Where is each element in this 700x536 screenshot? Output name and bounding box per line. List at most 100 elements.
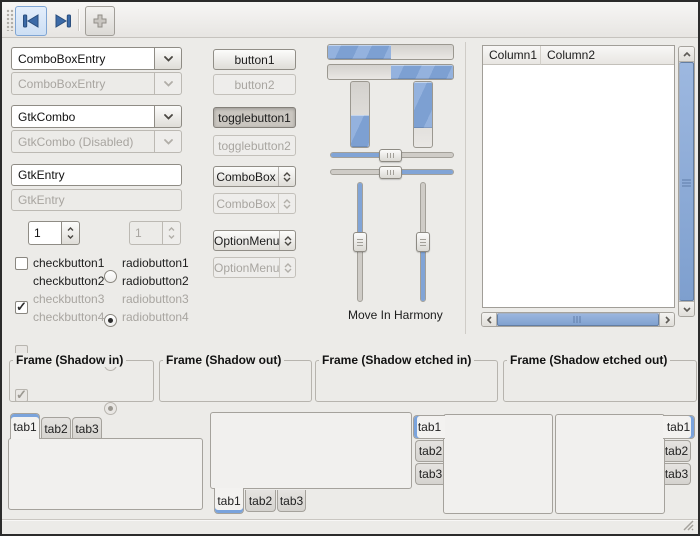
gtk-entry-disabled: GtkEntry (11, 189, 182, 211)
notebook3-content (443, 414, 553, 514)
checkbutton2-label: checkbutton2 (33, 274, 104, 288)
optionmenu-disabled: OptionMenu (213, 257, 296, 278)
chevron-down-icon (164, 139, 173, 145)
frame-label: Frame (Shadow etched out) (507, 353, 670, 367)
treeview-body[interactable] (483, 65, 674, 307)
combo-dropdown-button[interactable] (154, 105, 182, 128)
vscale-handle-1[interactable] (353, 232, 367, 252)
chevron-down-icon (683, 307, 691, 312)
frame-shadow-etched-in: Frame (Shadow etched in) (315, 360, 498, 402)
treeview-header: Column1 Column2 (483, 46, 674, 65)
scroll-left-button[interactable] (482, 313, 497, 326)
scroll-up-button[interactable] (679, 47, 694, 62)
chevron-down-icon (164, 114, 173, 120)
checkbutton1[interactable] (15, 257, 28, 270)
frame-label: Frame (Shadow etched in) (319, 353, 474, 367)
notebook2-tab2[interactable]: tab2 (245, 490, 276, 512)
notebook1-tab2[interactable]: tab2 (41, 417, 71, 439)
button1[interactable]: button1 (213, 49, 296, 70)
vscale-handle-2[interactable] (416, 232, 430, 252)
gtk-entry[interactable]: GtkEntry (11, 164, 182, 186)
notebook3-tab2[interactable]: tab2 (415, 440, 445, 462)
spinbutton-steppers (162, 221, 181, 245)
chevron-up-icon (67, 227, 74, 231)
radiobutton3-label: radiobutton3 (122, 292, 189, 306)
togglebutton1[interactable]: togglebutton1 (213, 107, 296, 128)
combobox-disabled: ComboBox (213, 193, 296, 214)
progressbar-vertical-1 (350, 81, 370, 148)
horizontal-scrollbar[interactable] (481, 312, 675, 327)
checkbutton2[interactable] (15, 301, 28, 314)
chevron-up-icon (168, 227, 175, 231)
optionmenu[interactable]: OptionMenu (213, 230, 296, 251)
vertical-separator (465, 42, 466, 334)
notebook4-tab3[interactable]: tab3 (663, 463, 691, 485)
go-first-button[interactable] (15, 6, 47, 36)
chevron-down-icon (164, 56, 173, 62)
toolbar (2, 2, 698, 38)
scroll-down-button[interactable] (679, 301, 694, 316)
checkbutton3-label: checkbutton3 (33, 292, 104, 306)
checkbutton1-label: checkbutton1 (33, 256, 104, 270)
gtk-combo-value[interactable]: GtkCombo (11, 105, 154, 128)
notebook2-tab3[interactable]: tab3 (277, 490, 306, 512)
notebook1-content (8, 438, 203, 510)
move-in-harmony-label: Move In Harmony (348, 308, 443, 322)
chevron-down-icon (164, 81, 173, 87)
progress-fill (351, 115, 369, 147)
optionmenu-label: OptionMenu (214, 261, 279, 275)
hscale-handle-1[interactable] (379, 149, 402, 162)
gtk-combo[interactable]: GtkCombo (11, 105, 182, 128)
combobox-arrows (278, 194, 295, 213)
combo-dropdown-button[interactable] (154, 47, 182, 70)
horizontal-scrollbar-thumb[interactable] (497, 313, 659, 326)
spinbutton-value[interactable]: 1 (28, 221, 61, 245)
progressbar-horizontal-1 (327, 44, 454, 60)
spinbutton-disabled-value: 1 (129, 221, 162, 245)
frame-label: Frame (Shadow in) (13, 353, 126, 367)
combo-box-entry-value[interactable]: ComboBoxEntry (11, 47, 154, 70)
column-header-2[interactable]: Column2 (541, 46, 674, 65)
spinbutton[interactable]: 1 (28, 221, 80, 245)
go-last-icon (54, 14, 72, 28)
scroll-right-button[interactable] (659, 313, 674, 326)
radiobutton2[interactable] (104, 314, 117, 327)
radiobutton1[interactable] (104, 270, 117, 283)
spinbutton-steppers[interactable] (61, 221, 80, 245)
notebook1-tab1[interactable]: tab1 (10, 413, 40, 439)
combo-box-entry-disabled: ComboBoxEntry (11, 72, 182, 95)
notebook3-tab1[interactable]: tab1 (413, 415, 445, 439)
add-button[interactable] (85, 6, 115, 36)
progress-fill (328, 45, 391, 59)
column-header-1[interactable]: Column1 (483, 46, 541, 65)
notebook4-tab2[interactable]: tab2 (663, 440, 691, 462)
combobox[interactable]: ComboBox (213, 166, 296, 187)
frame-label: Frame (Shadow out) (163, 353, 284, 367)
go-first-icon (22, 14, 40, 28)
vertical-scrollbar[interactable] (678, 46, 695, 317)
combobox-label: ComboBox (214, 197, 278, 211)
vertical-scrollbar-thumb[interactable] (679, 62, 694, 301)
plus-icon (92, 13, 108, 29)
gtk-combo-disabled-value: GtkCombo (Disabled) (11, 130, 154, 153)
notebook2-tab1[interactable]: tab1 (214, 488, 244, 514)
resize-grip-icon[interactable] (682, 519, 694, 531)
treeview: Column1 Column2 (482, 45, 675, 308)
combo-box-entry-disabled-value: ComboBoxEntry (11, 72, 154, 95)
radiobutton4-label: radiobutton4 (122, 310, 189, 324)
toolbar-grip[interactable] (6, 9, 14, 31)
notebook1-tab3[interactable]: tab3 (72, 417, 102, 439)
combobox-arrows (278, 167, 295, 186)
combo-dropdown-button (154, 72, 182, 95)
chevron-up-icon (683, 52, 691, 57)
go-last-button[interactable] (47, 6, 79, 36)
chevron-up-down-icon (283, 172, 291, 182)
combo-box-entry[interactable]: ComboBoxEntry (11, 47, 182, 70)
combobox-label: ComboBox (214, 170, 278, 184)
optionmenu-label: OptionMenu (214, 234, 279, 248)
radiobutton2-label: radiobutton2 (122, 274, 189, 288)
notebook3-tab3[interactable]: tab3 (415, 463, 445, 485)
hscale-handle-2[interactable] (379, 166, 402, 179)
notebook4-tab1[interactable]: tab1 (663, 415, 695, 439)
optionmenu-arrows (279, 258, 295, 277)
